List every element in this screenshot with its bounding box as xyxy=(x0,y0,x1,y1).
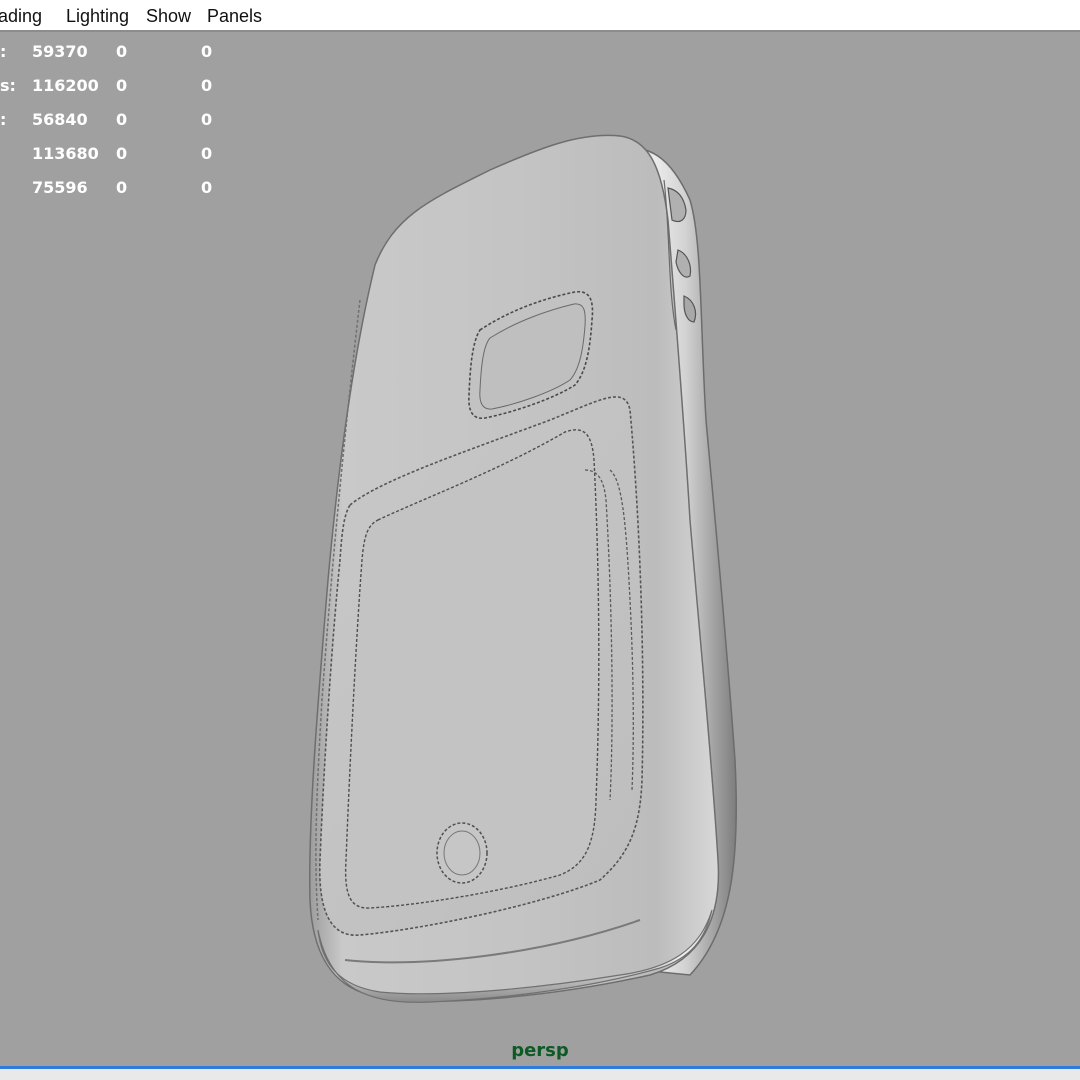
viewport-bottom-border xyxy=(0,1066,1080,1080)
menu-shading[interactable]: ading xyxy=(0,6,42,27)
hud-value: 0 xyxy=(201,42,213,61)
hud-label: s: xyxy=(0,76,16,95)
panel-menubar: ading Lighting Show Panels xyxy=(0,0,1080,32)
hud-value: 0 xyxy=(201,144,213,163)
menu-panels[interactable]: Panels xyxy=(207,6,262,27)
menu-show[interactable]: Show xyxy=(146,6,191,27)
hud-row-verts: : 59370 0 0 xyxy=(0,42,240,64)
hud-value: 0 xyxy=(116,42,128,61)
hud-row-edges: s: 116200 0 0 xyxy=(0,76,240,98)
hud-label: : xyxy=(0,110,7,129)
hud-row-uvs: 75596 0 0 xyxy=(0,178,240,200)
hud-value: 75596 xyxy=(32,178,88,197)
hud-row-tris: 113680 0 0 xyxy=(0,144,240,166)
hud-value: 59370 xyxy=(32,42,88,61)
hud-row-faces: : 56840 0 0 xyxy=(0,110,240,132)
camera-name-label: persp xyxy=(511,1040,569,1061)
hud-value: 0 xyxy=(116,144,128,163)
hud-value: 0 xyxy=(201,110,213,129)
hud-value: 0 xyxy=(116,178,128,197)
hud-value: 0 xyxy=(201,76,213,95)
hud-label: : xyxy=(0,42,7,61)
hud-value: 0 xyxy=(116,76,128,95)
hud-value: 113680 xyxy=(32,144,99,163)
hud-value: 116200 xyxy=(32,76,99,95)
menu-lighting[interactable]: Lighting xyxy=(66,6,129,27)
hud-value: 0 xyxy=(116,110,128,129)
perspective-viewport[interactable]: : 59370 0 0 s: 116200 0 0 : 56840 0 0 11… xyxy=(0,34,1080,1066)
hud-value: 56840 xyxy=(32,110,88,129)
hud-value: 0 xyxy=(201,178,213,197)
